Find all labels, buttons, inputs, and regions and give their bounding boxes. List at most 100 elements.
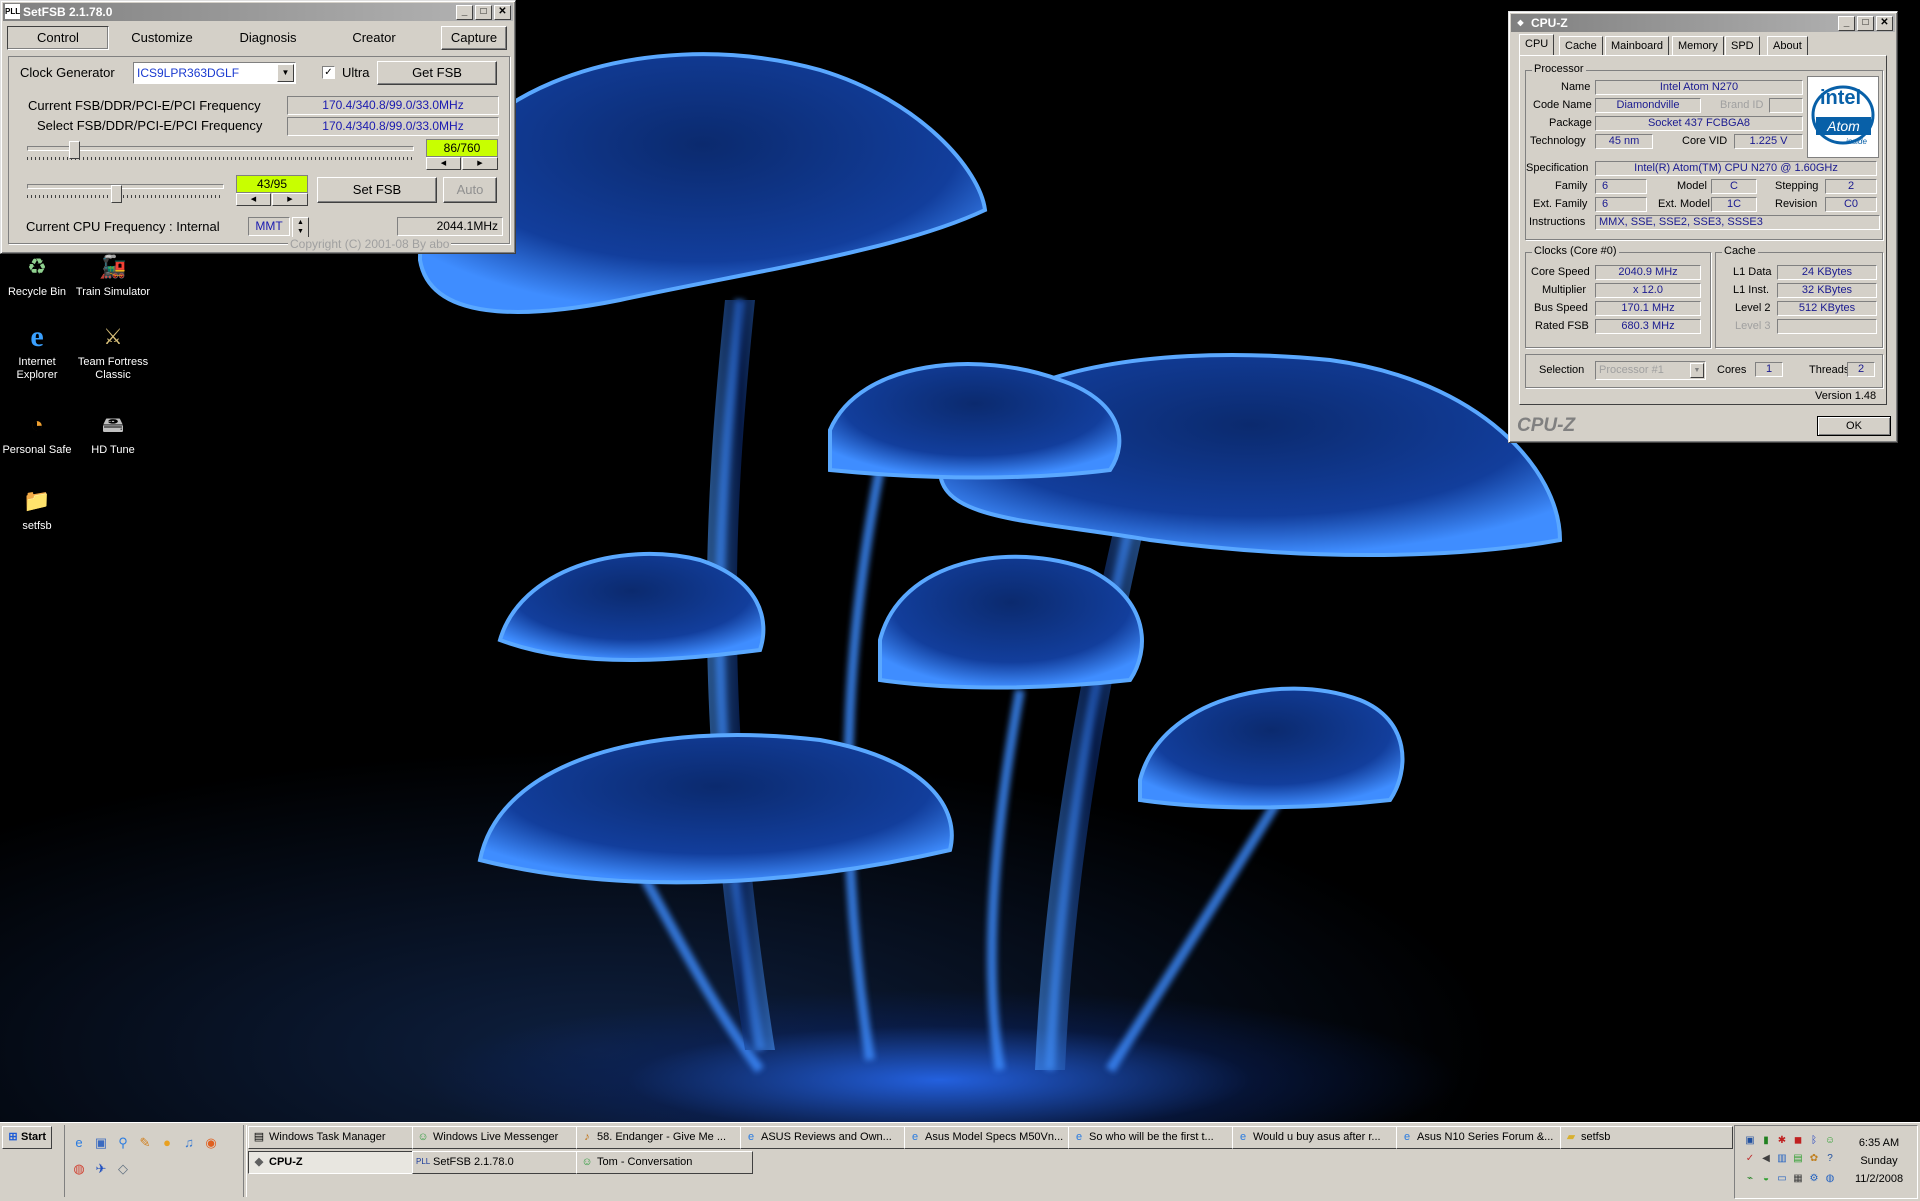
- desktop-icon-recycle-bin[interactable]: ♻ Recycle Bin: [0, 250, 75, 299]
- get-fsb-button[interactable]: Get FSB: [377, 61, 497, 85]
- close-button[interactable]: ✕: [1876, 16, 1893, 31]
- help-tray-icon[interactable]: ?: [1823, 1152, 1837, 1166]
- app-quicklaunch-icon[interactable]: ✈: [93, 1161, 109, 1177]
- instructions-label: Instructions: [1529, 216, 1586, 228]
- minimize-button[interactable]: _: [456, 5, 473, 20]
- stepping-value: 2: [1825, 179, 1877, 194]
- ok-button[interactable]: OK: [1817, 416, 1891, 436]
- cpu-freq-source[interactable]: MMT: [248, 217, 290, 236]
- taskbar-item-browser-5[interactable]: e Asus N10 Series Forum &...: [1396, 1126, 1573, 1149]
- busspeed-value: 170.1 MHz: [1595, 301, 1701, 316]
- pci-slider[interactable]: [27, 181, 224, 203]
- update-tray-icon[interactable]: ✓: [1743, 1152, 1757, 1166]
- maximize-button[interactable]: □: [475, 5, 492, 20]
- graph-tray-icon[interactable]: ▥: [1775, 1152, 1789, 1166]
- fsb-spin-left[interactable]: ◀: [426, 157, 461, 170]
- taskbar-item-messenger[interactable]: ☺ Windows Live Messenger: [412, 1126, 589, 1149]
- wifi-tray-icon[interactable]: ◒: [1759, 1172, 1773, 1186]
- desktop-icon-team-fortress[interactable]: ⚔ Team Fortress Classic: [75, 320, 151, 382]
- start-button[interactable]: ⊞ Start: [2, 1126, 52, 1149]
- tools-quicklaunch-icon[interactable]: ✎: [137, 1135, 153, 1151]
- desktop-icon-internet-explorer[interactable]: e Internet Explorer: [0, 320, 75, 382]
- fsb-slider[interactable]: [27, 141, 414, 165]
- auto-button[interactable]: Auto: [443, 177, 497, 203]
- close-button[interactable]: ✕: [494, 5, 511, 20]
- taskbar-item-browser-2[interactable]: e Asus Model Specs M50Vn...: [904, 1126, 1081, 1149]
- cpuz-tabs: CPU Cache Mainboard Memory SPD About: [1519, 34, 1889, 56]
- taskbar-item-browser-3[interactable]: e So who will be the first t...: [1068, 1126, 1245, 1149]
- tab-creator[interactable]: Creator: [325, 26, 423, 50]
- minimize-button[interactable]: _: [1838, 16, 1855, 31]
- pci-spin-left[interactable]: ◀: [236, 193, 271, 206]
- taskbar-item-conversation[interactable]: ☺ Tom - Conversation: [576, 1151, 753, 1174]
- network-tray-icon[interactable]: ▣: [1743, 1134, 1757, 1148]
- package-label: Package: [1549, 117, 1592, 129]
- slider-thumb[interactable]: [111, 185, 122, 203]
- desktop-icon-train-simulator[interactable]: 🚂 Train Simulator: [75, 250, 151, 299]
- setfsb-window: PLL SetFSB 2.1.78.0 _ □ ✕ Control Custom…: [0, 0, 516, 254]
- display-tray-icon[interactable]: ▭: [1775, 1172, 1789, 1186]
- taskbar-item-setfsb[interactable]: PLL SetFSB 2.1.78.0: [412, 1151, 589, 1174]
- chrome-quicklaunch-icon[interactable]: ◍: [71, 1161, 87, 1177]
- itunes-quicklaunch-icon[interactable]: ♫: [181, 1135, 197, 1151]
- taskbar-item-music[interactable]: ♪ 58. Endanger - Give Me ...: [576, 1126, 753, 1149]
- taskbar-item-cpuz[interactable]: ◆ CPU-Z: [248, 1151, 425, 1174]
- media-quicklaunch-icon[interactable]: ●: [159, 1135, 175, 1151]
- security-tray-icon[interactable]: ◼: [1791, 1134, 1805, 1148]
- tab-cpu[interactable]: CPU: [1519, 34, 1555, 56]
- tab-cache[interactable]: Cache: [1559, 36, 1603, 56]
- chevron-down-icon[interactable]: ▼: [1690, 363, 1704, 378]
- selection-select[interactable]: Processor #1 ▼: [1595, 361, 1706, 380]
- source-spinner[interactable]: ▲ ▼: [292, 217, 309, 238]
- battery-tray-icon[interactable]: ▮: [1759, 1134, 1773, 1148]
- usb-tray-icon[interactable]: ⌁: [1743, 1172, 1757, 1186]
- clock-generator-select[interactable]: ICS9LPR363DGLF ▼: [133, 62, 296, 84]
- globe-tray-icon[interactable]: ◍: [1823, 1172, 1837, 1186]
- desktop-icon-hd-tune[interactable]: 🖴 HD Tune: [75, 408, 151, 457]
- tab-spd[interactable]: SPD: [1725, 36, 1760, 56]
- set-fsb-button[interactable]: Set FSB: [317, 177, 437, 203]
- quick-launch: e ▣ ⚲ ✎ ● ♫ ◉ ◍ ✈ ◇: [64, 1125, 241, 1197]
- cpuz-titlebar[interactable]: ◆ CPU-Z _ □ ✕: [1511, 14, 1895, 32]
- tab-memory[interactable]: Memory: [1672, 36, 1724, 56]
- user-tray-icon[interactable]: ☺: [1823, 1134, 1837, 1148]
- tab-customize[interactable]: Customize: [113, 26, 211, 50]
- clock[interactable]: 6:35 AM Sunday 11/2/2008: [1845, 1134, 1913, 1188]
- taskbar-item-browser-1[interactable]: e ASUS Reviews and Own...: [740, 1126, 917, 1149]
- fsb-spin-right[interactable]: ▶: [462, 157, 498, 170]
- clock-time: 6:35 AM: [1858, 1137, 1900, 1149]
- tab-about[interactable]: About: [1767, 36, 1808, 56]
- maximize-button[interactable]: □: [1857, 16, 1874, 31]
- messenger-tray-icon[interactable]: ✱: [1775, 1134, 1789, 1148]
- bluetooth-tray-icon[interactable]: ᛒ: [1807, 1134, 1821, 1148]
- search-quicklaunch-icon[interactable]: ⚲: [115, 1135, 131, 1151]
- chart-tray-icon[interactable]: ▤: [1791, 1152, 1805, 1166]
- tab-diagnosis[interactable]: Diagnosis: [217, 26, 319, 50]
- app-tray-icon[interactable]: ✿: [1807, 1152, 1821, 1166]
- taskbar-item-setfsb-folder[interactable]: ▰ setfsb: [1560, 1126, 1733, 1149]
- desktop-quicklaunch-icon[interactable]: ▣: [93, 1135, 109, 1151]
- desktop-icon-personal-safe[interactable]: ◔ Personal Safe: [0, 408, 75, 457]
- cpu-freq-label: Current CPU Frequency : Internal: [26, 219, 220, 234]
- hd-tune-icon: 🖴: [101, 411, 125, 437]
- setfsb-titlebar[interactable]: PLL SetFSB 2.1.78.0 _ □ ✕: [3, 3, 513, 21]
- desktop-icon-setfsb[interactable]: 📁 setfsb: [0, 484, 75, 533]
- monitor-tray-icon[interactable]: ▦: [1791, 1172, 1805, 1186]
- slider-track: [27, 146, 414, 151]
- chevron-down-icon[interactable]: ▼: [277, 64, 294, 82]
- taskbar-item-task-manager[interactable]: ▤ Windows Task Manager: [248, 1126, 425, 1149]
- tool-tray-icon[interactable]: ⚙: [1807, 1172, 1821, 1186]
- ie-quicklaunch-icon[interactable]: e: [71, 1135, 87, 1151]
- tab-mainboard[interactable]: Mainboard: [1605, 36, 1669, 56]
- slider-thumb[interactable]: [69, 141, 80, 159]
- show-desktop-quicklaunch-icon[interactable]: ◇: [115, 1161, 131, 1177]
- level3-label: Level 3: [1735, 320, 1771, 332]
- ultra-checkbox[interactable]: ✓: [322, 66, 335, 79]
- player-quicklaunch-icon[interactable]: ◉: [203, 1135, 219, 1151]
- current-freq-label: Current FSB/DDR/PCI-E/PCI Frequency: [28, 98, 261, 113]
- taskbar-item-browser-4[interactable]: e Would u buy asus after r...: [1232, 1126, 1409, 1149]
- pci-spin-right[interactable]: ▶: [272, 193, 308, 206]
- capture-button[interactable]: Capture: [441, 26, 507, 50]
- tab-control[interactable]: Control: [7, 26, 109, 50]
- volume-tray-icon[interactable]: ◀: [1759, 1152, 1773, 1166]
